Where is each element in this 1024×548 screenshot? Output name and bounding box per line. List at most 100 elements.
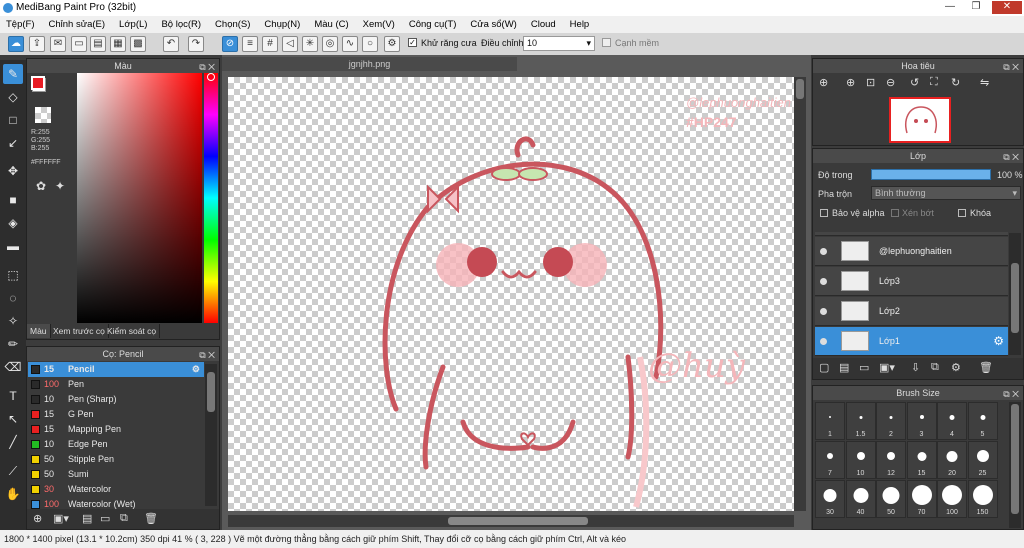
panel-popout-icon[interactable]: ⧉ ✕ xyxy=(1003,387,1019,401)
panel-popout-icon[interactable]: ⧉ ✕ xyxy=(199,60,215,74)
vanish-snap-icon[interactable]: ◁ xyxy=(282,36,298,52)
layer-row[interactable]: Lớp1 ⚙ xyxy=(815,327,1008,356)
brush-tool-icon[interactable]: ✎ xyxy=(3,64,23,84)
canvas-tab[interactable]: jgnjhh.png xyxy=(222,57,517,71)
trash-icon[interactable]: 🗑 xyxy=(979,361,993,374)
panel-popout-icon[interactable]: ⧉ ✕ xyxy=(199,348,215,362)
layer-scroll-thumb[interactable] xyxy=(1011,263,1019,333)
brush-size-cell[interactable]: 70 xyxy=(906,480,937,518)
foreground-color-swatch[interactable] xyxy=(31,76,45,90)
layer-row[interactable]: Lớp2 xyxy=(815,297,1008,326)
brush-size-cell[interactable]: 1.5 xyxy=(845,402,876,440)
brush-item[interactable]: 50 Sumi xyxy=(28,467,204,482)
hand-tool-icon[interactable]: ✋ xyxy=(3,484,23,504)
brush-item[interactable]: 15 Pencil ⚙ xyxy=(28,362,204,377)
cloud-icon[interactable]: ☁ xyxy=(8,36,24,52)
brush-doc-icon[interactable]: ▤ xyxy=(82,512,92,525)
menu-file[interactable]: Tệp(F) xyxy=(6,19,35,30)
menu-color[interactable]: Màu (C) xyxy=(314,19,348,30)
scroll-thumb[interactable] xyxy=(207,372,215,412)
visibility-eye-icon[interactable] xyxy=(820,248,827,255)
share-icon[interactable]: ⇪ xyxy=(29,36,45,52)
menu-filter[interactable]: Bộ lọc(R) xyxy=(161,19,201,30)
brush-size-cell[interactable]: 150 xyxy=(967,480,998,518)
brush-size-cell[interactable]: 15 xyxy=(906,441,937,479)
palette-icon[interactable]: ✿ xyxy=(36,179,46,193)
brush-size-cell[interactable]: 12 xyxy=(876,441,906,479)
fill-tool-icon[interactable]: ◈ xyxy=(3,213,23,233)
gear-icon[interactable]: ⚙ xyxy=(192,362,200,377)
move-tool-icon[interactable]: ✥ xyxy=(3,161,23,181)
tab-brush-control[interactable]: Kiểm soát cọ xyxy=(104,324,161,338)
brush-item[interactable]: 15 Mapping Pen xyxy=(28,422,204,437)
curve-snap-icon[interactable]: ∿ xyxy=(342,36,358,52)
shape-tool-icon[interactable]: ■ xyxy=(3,190,23,210)
text-tool-icon[interactable]: T xyxy=(3,386,23,406)
hue-handle[interactable] xyxy=(207,73,215,81)
trash-icon[interactable]: 🗑 xyxy=(144,512,158,525)
correction-select[interactable]: 10 ▾ xyxy=(523,36,595,51)
add-brush-icon[interactable]: ⊕ xyxy=(33,512,42,525)
vscroll-thumb[interactable] xyxy=(796,79,804,99)
concentric-snap-icon[interactable]: ◎ xyxy=(322,36,338,52)
comic-icon[interactable]: ▭ xyxy=(71,36,87,52)
layer-row[interactable]: @lephuonghaitien xyxy=(815,237,1008,266)
opacity-slider[interactable] xyxy=(871,169,991,180)
layer-scrollbar[interactable] xyxy=(1009,233,1021,355)
settings-icon[interactable]: ⚙ xyxy=(384,36,400,52)
menu-view[interactable]: Xem(V) xyxy=(363,19,395,30)
hscroll-thumb[interactable] xyxy=(448,517,588,525)
parallel-snap-icon[interactable]: ≡ xyxy=(242,36,258,52)
menu-help[interactable]: Help xyxy=(570,19,590,30)
layer-menu-icon[interactable]: ▣▾ xyxy=(879,361,895,374)
horizontal-scrollbar[interactable] xyxy=(228,515,794,527)
gear-icon[interactable]: ⚙ xyxy=(993,334,1004,348)
protect-alpha-checkbox[interactable] xyxy=(820,209,828,217)
new-folder-icon[interactable]: ▭ xyxy=(859,361,869,374)
merge-down-icon[interactable]: ⇩ xyxy=(911,361,920,374)
brush-item[interactable]: 10 Pen (Sharp) xyxy=(28,392,204,407)
brush-item[interactable]: 50 Stipple Pen xyxy=(28,452,204,467)
menu-edit[interactable]: Chỉnh sửa(E) xyxy=(49,19,106,30)
comment-icon[interactable]: ✉ xyxy=(50,36,66,52)
clipping-checkbox[interactable] xyxy=(891,209,899,217)
brush-size-scrollbar[interactable] xyxy=(1009,402,1021,528)
tab-color[interactable]: Màu xyxy=(27,324,51,338)
brush-item[interactable]: 15 G Pen xyxy=(28,407,204,422)
undo-icon[interactable]: ↶ xyxy=(163,36,179,52)
menu-select[interactable]: Chọn(S) xyxy=(215,19,250,30)
document-icon[interactable]: ▤ xyxy=(90,36,106,52)
brush-item[interactable]: 10 Edge Pen xyxy=(28,437,204,452)
redo-icon[interactable]: ↷ xyxy=(188,36,204,52)
layer-row[interactable]: Lớp3 xyxy=(815,267,1008,296)
brush-item[interactable]: 100 Pen xyxy=(28,377,204,392)
menu-tools[interactable]: Công cụ(T) xyxy=(409,19,457,30)
cross-snap-icon[interactable]: # xyxy=(262,36,278,52)
select-tool-icon[interactable]: ⬚ xyxy=(3,265,23,285)
panel-popout-icon[interactable]: ⧉ ✕ xyxy=(1003,150,1019,164)
brush-size-cell[interactable]: 7 xyxy=(815,441,845,479)
antialias-checkbox[interactable]: ✓ xyxy=(408,38,417,47)
snap-off-icon[interactable]: ⊘ xyxy=(222,36,238,52)
close-button[interactable]: ✕ xyxy=(992,1,1022,14)
select-pen-icon[interactable]: ✏ xyxy=(3,334,23,354)
rotate-right-icon[interactable]: ↻ xyxy=(951,76,960,89)
lock-checkbox[interactable] xyxy=(958,209,966,217)
blur-tool-icon[interactable]: ↙ xyxy=(3,133,23,153)
rotate-left-icon[interactable]: ↺ xyxy=(910,76,919,89)
panel-popout-icon[interactable]: ⧉ ✕ xyxy=(1003,60,1019,74)
select-eraser-icon[interactable]: ⌫ xyxy=(3,357,23,377)
blend-select[interactable]: Bình thường ▾ xyxy=(871,186,1021,200)
magic-wand-icon[interactable]: ✧ xyxy=(3,311,23,331)
brush-size-cell[interactable]: 30 xyxy=(815,480,845,518)
fit-window-icon[interactable]: ⛶ xyxy=(930,76,938,89)
brush-size-cell[interactable]: 4 xyxy=(937,402,967,440)
tab-brush-preview[interactable]: Xem trước cọ xyxy=(50,324,109,338)
brush-size-cell[interactable]: 5 xyxy=(967,402,998,440)
brush-size-cell[interactable]: 50 xyxy=(876,480,906,518)
restore-button[interactable]: ❐ xyxy=(964,1,988,14)
brush-size-cell[interactable]: 40 xyxy=(845,480,876,518)
vertical-scrollbar[interactable] xyxy=(794,77,806,511)
brush-size-cell[interactable]: 100 xyxy=(937,480,967,518)
hue-slider[interactable] xyxy=(204,73,218,323)
